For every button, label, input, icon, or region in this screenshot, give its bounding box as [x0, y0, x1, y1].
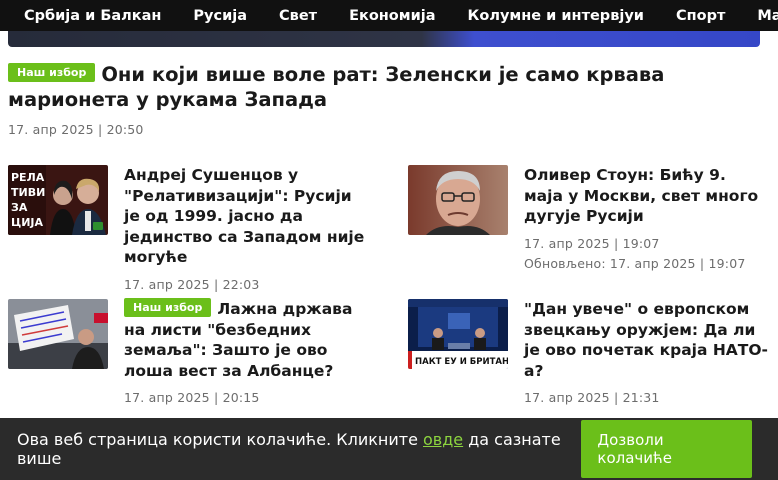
- article-thumbnail-oliver-stone[interactable]: [408, 165, 508, 235]
- nav-item-economy[interactable]: Економија: [349, 8, 435, 24]
- article-date: 17. апр 2025 | 21:31: [524, 390, 660, 405]
- nav-item-magazine[interactable]: Магази: [757, 8, 778, 24]
- article-card-body: Оливер Стоун: Бићу 9. маја у Москви, све…: [524, 165, 768, 274]
- cookie-more-info-link[interactable]: овде: [423, 430, 463, 449]
- lead-image[interactable]: [8, 31, 760, 47]
- thumb-text-2: ТИВИ: [11, 186, 45, 199]
- lead-title-text[interactable]: Они који више воле рат: Зеленски је само…: [8, 63, 664, 111]
- thumb-caption: ПАКТ ЕУ И БРИТАНИЈЕ: [415, 357, 508, 367]
- thumb-text-3: ЗА: [11, 201, 28, 214]
- article-thumbnail-tv-studio[interactable]: ПАКТ ЕУ И БРИТАНИЈЕ: [408, 299, 508, 369]
- article-date: 17. апр 2025 | 20:15: [124, 390, 260, 405]
- editors-pick-badge[interactable]: Наш избор: [8, 63, 96, 82]
- top-navigation: Србија и Балкан Русија Свет Економија Ко…: [0, 0, 778, 31]
- article-date: 17. апр 2025 | 22:03: [124, 276, 260, 292]
- nav-item-world[interactable]: Свет: [279, 8, 317, 24]
- nav-item-columns-interviews[interactable]: Колумне и интервјуи: [468, 8, 644, 24]
- article-title-with-badge[interactable]: Наш избор Лажна држава на листи "безбедни…: [124, 298, 368, 381]
- article-date: 17. апр 2025 | 19:07: [524, 235, 660, 251]
- article-thumbnail-protest[interactable]: [8, 299, 108, 369]
- article-title[interactable]: Андреј Сушенцов у "Релативизацији": Руси…: [124, 165, 368, 268]
- article-card-body: Наш избор Лажна држава на листи "безбедни…: [124, 298, 368, 408]
- nav-item-sport[interactable]: Спорт: [676, 8, 725, 24]
- lead-article-date: 17. апр 2025 | 20:50: [8, 122, 144, 137]
- lead-article: Наш избор Они који више воле рат: Зеленск…: [8, 62, 768, 137]
- cookie-text-before: Ова веб страница користи колачиће. Кликн…: [17, 430, 424, 449]
- lead-article-title[interactable]: Наш избор Они који више воле рат: Зеленск…: [8, 62, 768, 112]
- article-thumbnail-relativization[interactable]: РЕЛА ТИВИ ЗА ЦИЈА: [8, 165, 108, 235]
- cookie-message: Ова веб страница користи колачиће. Кликн…: [17, 430, 581, 468]
- thumb-text-4: ЦИЈА: [11, 216, 44, 229]
- article-updated-date: Обновљено: 17. апр 2025 | 19:07: [524, 255, 746, 271]
- thumb-text-1: РЕЛА: [11, 171, 45, 184]
- article-card-body: "Дан увече" о европском звецкању оружјем…: [524, 299, 768, 408]
- article-card-body: Андреј Сушенцов у "Релативизацији": Руси…: [124, 165, 368, 295]
- cookie-banner: Ова веб страница користи колачиће. Кликн…: [0, 418, 778, 480]
- nav-item-serbia-balkans[interactable]: Србија и Балкан: [24, 8, 161, 24]
- article-title[interactable]: Оливер Стоун: Бићу 9. маја у Москви, све…: [524, 165, 768, 227]
- allow-cookies-button[interactable]: Дозволи колачиће: [581, 420, 752, 478]
- editors-pick-badge[interactable]: Наш избор: [124, 298, 212, 317]
- article-title[interactable]: "Дан увече" о европском звецкању оружјем…: [524, 299, 768, 381]
- nav-item-russia[interactable]: Русија: [193, 8, 247, 24]
